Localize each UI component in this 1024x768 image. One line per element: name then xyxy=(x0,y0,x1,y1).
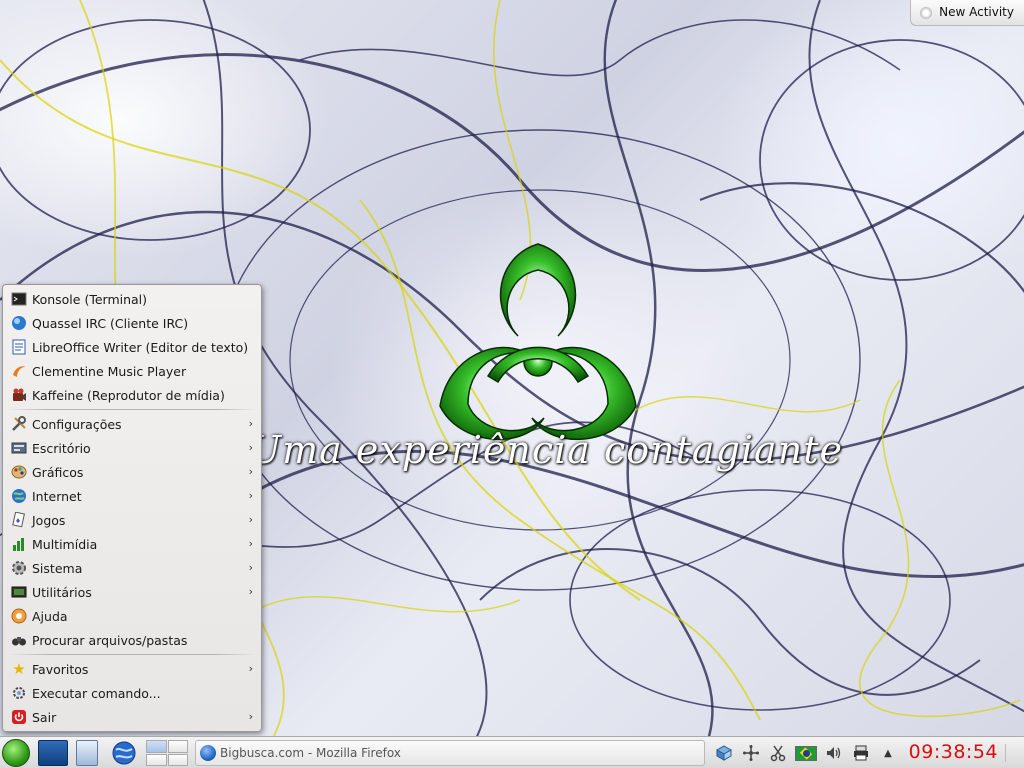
keyboard-layout-flag-icon[interactable] xyxy=(795,745,817,761)
taskbar: Bigbusca.com - Mozilla Firefox ▲ 09:38:5… xyxy=(0,736,1024,768)
music-icon xyxy=(11,363,27,379)
menu-item-utilitarios[interactable]: Utilitários › xyxy=(3,580,261,604)
task-label: Bigbusca.com - Mozilla Firefox xyxy=(220,746,401,760)
office-icon xyxy=(11,440,27,456)
menu-item-multimidia[interactable]: Multimídia › xyxy=(3,532,261,556)
chevron-right-icon: › xyxy=(248,489,253,502)
panel-toolbox[interactable] xyxy=(1005,744,1021,762)
writer-icon xyxy=(11,339,27,355)
digital-clock[interactable]: 09:38:54 xyxy=(909,741,998,763)
chevron-right-icon: › xyxy=(248,710,253,723)
menu-item-ajuda[interactable]: Ajuda xyxy=(3,604,261,628)
chevron-right-icon: › xyxy=(248,561,253,574)
menu-item-kaffeine[interactable]: Kaffeine (Reprodutor de mídia) xyxy=(3,383,261,407)
menu-item-escritorio[interactable]: Escritório › xyxy=(3,436,261,460)
star-icon: ★ xyxy=(12,660,26,678)
browser-launcher-button[interactable] xyxy=(110,740,138,766)
menu-item-konsole[interactable]: Konsole (Terminal) xyxy=(3,287,261,311)
pager-desktop-4[interactable] xyxy=(167,753,188,766)
biohazard-logo xyxy=(439,243,637,441)
utilities-icon xyxy=(11,584,27,600)
media-player-icon xyxy=(11,387,27,403)
chevron-right-icon: › xyxy=(248,537,253,550)
menu-item-sair[interactable]: Sair › xyxy=(3,705,261,729)
pager-desktop-2[interactable] xyxy=(167,740,188,753)
menu-separator xyxy=(9,654,255,655)
activity-icon xyxy=(920,7,933,19)
menu-item-clementine[interactable]: Clementine Music Player xyxy=(3,359,261,383)
menu-item-libreoffice-writer[interactable]: LibreOffice Writer (Editor de texto) xyxy=(3,335,261,359)
graphics-icon xyxy=(11,464,27,480)
printer-icon[interactable] xyxy=(851,744,871,762)
desktop: Uma experiência contagiante New Activity… xyxy=(0,0,1024,736)
menu-item-executar-comando[interactable]: Executar comando... xyxy=(3,681,261,705)
menu-item-quassel[interactable]: Quassel IRC (Cliente IRC) xyxy=(3,311,261,335)
chevron-right-icon: › xyxy=(248,585,253,598)
menu-item-jogos[interactable]: Jogos › xyxy=(3,508,261,532)
file-manager-button[interactable] xyxy=(76,740,98,766)
tray-expand-arrow-icon[interactable]: ▲ xyxy=(878,744,898,762)
application-launcher-button[interactable] xyxy=(2,739,30,767)
multimedia-icon xyxy=(11,536,27,552)
games-icon xyxy=(11,512,27,528)
chevron-right-icon: › xyxy=(248,513,253,526)
settings-icon xyxy=(11,416,27,432)
volume-icon[interactable] xyxy=(824,744,844,762)
desktop-pager[interactable] xyxy=(146,740,188,766)
chevron-right-icon: › xyxy=(248,417,253,430)
terminal-icon xyxy=(11,291,27,307)
menu-item-configuracoes[interactable]: Configurações › xyxy=(3,412,261,436)
irc-icon xyxy=(11,315,27,331)
chevron-right-icon: › xyxy=(248,662,253,675)
package-icon[interactable] xyxy=(714,744,734,762)
chevron-right-icon: › xyxy=(248,441,253,454)
new-activity-button[interactable]: New Activity xyxy=(910,0,1024,26)
application-menu: Konsole (Terminal) Quassel IRC (Cliente … xyxy=(2,284,262,732)
menu-item-internet[interactable]: Internet › xyxy=(3,484,261,508)
power-icon xyxy=(11,709,27,725)
run-icon xyxy=(11,685,27,701)
binoculars-icon xyxy=(11,632,27,648)
menu-item-favoritos[interactable]: ★ Favoritos › xyxy=(3,657,261,681)
new-activity-label: New Activity xyxy=(939,5,1014,19)
firefox-icon xyxy=(200,745,216,761)
chevron-right-icon: › xyxy=(248,465,253,478)
network-icon[interactable] xyxy=(741,744,761,762)
menu-item-sistema[interactable]: Sistema › xyxy=(3,556,261,580)
show-desktop-button[interactable] xyxy=(38,740,68,766)
pager-desktop-3[interactable] xyxy=(146,753,167,766)
system-icon xyxy=(11,560,27,576)
menu-item-procurar[interactable]: Procurar arquivos/pastas xyxy=(3,628,261,652)
menu-separator xyxy=(9,409,255,410)
system-tray: ▲ xyxy=(714,741,898,765)
scissors-icon[interactable] xyxy=(768,744,788,762)
internet-icon xyxy=(11,488,27,504)
help-icon xyxy=(11,608,27,624)
desktop-slogan: Uma experiência contagiante xyxy=(249,428,843,472)
menu-item-graficos[interactable]: Gráficos › xyxy=(3,460,261,484)
task-firefox[interactable]: Bigbusca.com - Mozilla Firefox xyxy=(195,740,705,766)
globe-icon xyxy=(112,741,136,765)
pager-desktop-1[interactable] xyxy=(146,740,167,753)
